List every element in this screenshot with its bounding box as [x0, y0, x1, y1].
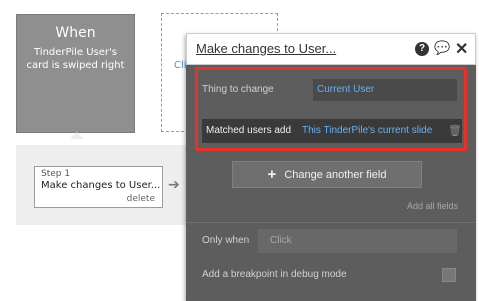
panel-divider [186, 222, 476, 223]
only-when-input[interactable]: Click [258, 229, 457, 253]
change-another-field-label: Change another field [284, 169, 387, 181]
breakpoint-checkbox[interactable] [442, 268, 456, 282]
step-delete-link[interactable]: delete [127, 194, 155, 204]
only-when-label: Only when [202, 235, 250, 246]
close-icon[interactable]: ✕ [455, 39, 468, 59]
panel-title[interactable]: Make changes to User... [196, 41, 336, 56]
add-all-fields-link[interactable]: Add all fields [407, 201, 458, 211]
trigger-event-card[interactable]: When TinderPile User's card is swiped ri… [16, 14, 135, 133]
trigger-title: When [55, 25, 96, 41]
breakpoint-label: Add a breakpoint in debug mode [202, 269, 347, 280]
step-number-label: Step 1 [41, 169, 71, 179]
highlight-annotation [195, 67, 467, 151]
step-card[interactable]: Step 1 Make changes to User... delete [34, 166, 163, 208]
trigger-description: TinderPile User's card is swiped right [26, 47, 125, 71]
trigger-pointer [70, 132, 84, 139]
help-icon[interactable]: ? [415, 42, 429, 56]
arrow-right-icon: ➔ [168, 177, 180, 193]
placeholder-text: Cli [174, 60, 187, 71]
step-action-label: Make changes to User... [41, 180, 161, 191]
panel-header: Make changes to User... ? 💬 ✕ [186, 33, 476, 65]
comment-icon[interactable]: 💬 [434, 40, 450, 56]
plus-icon: + [267, 166, 277, 183]
change-another-field-button[interactable]: + Change another field [232, 161, 422, 188]
